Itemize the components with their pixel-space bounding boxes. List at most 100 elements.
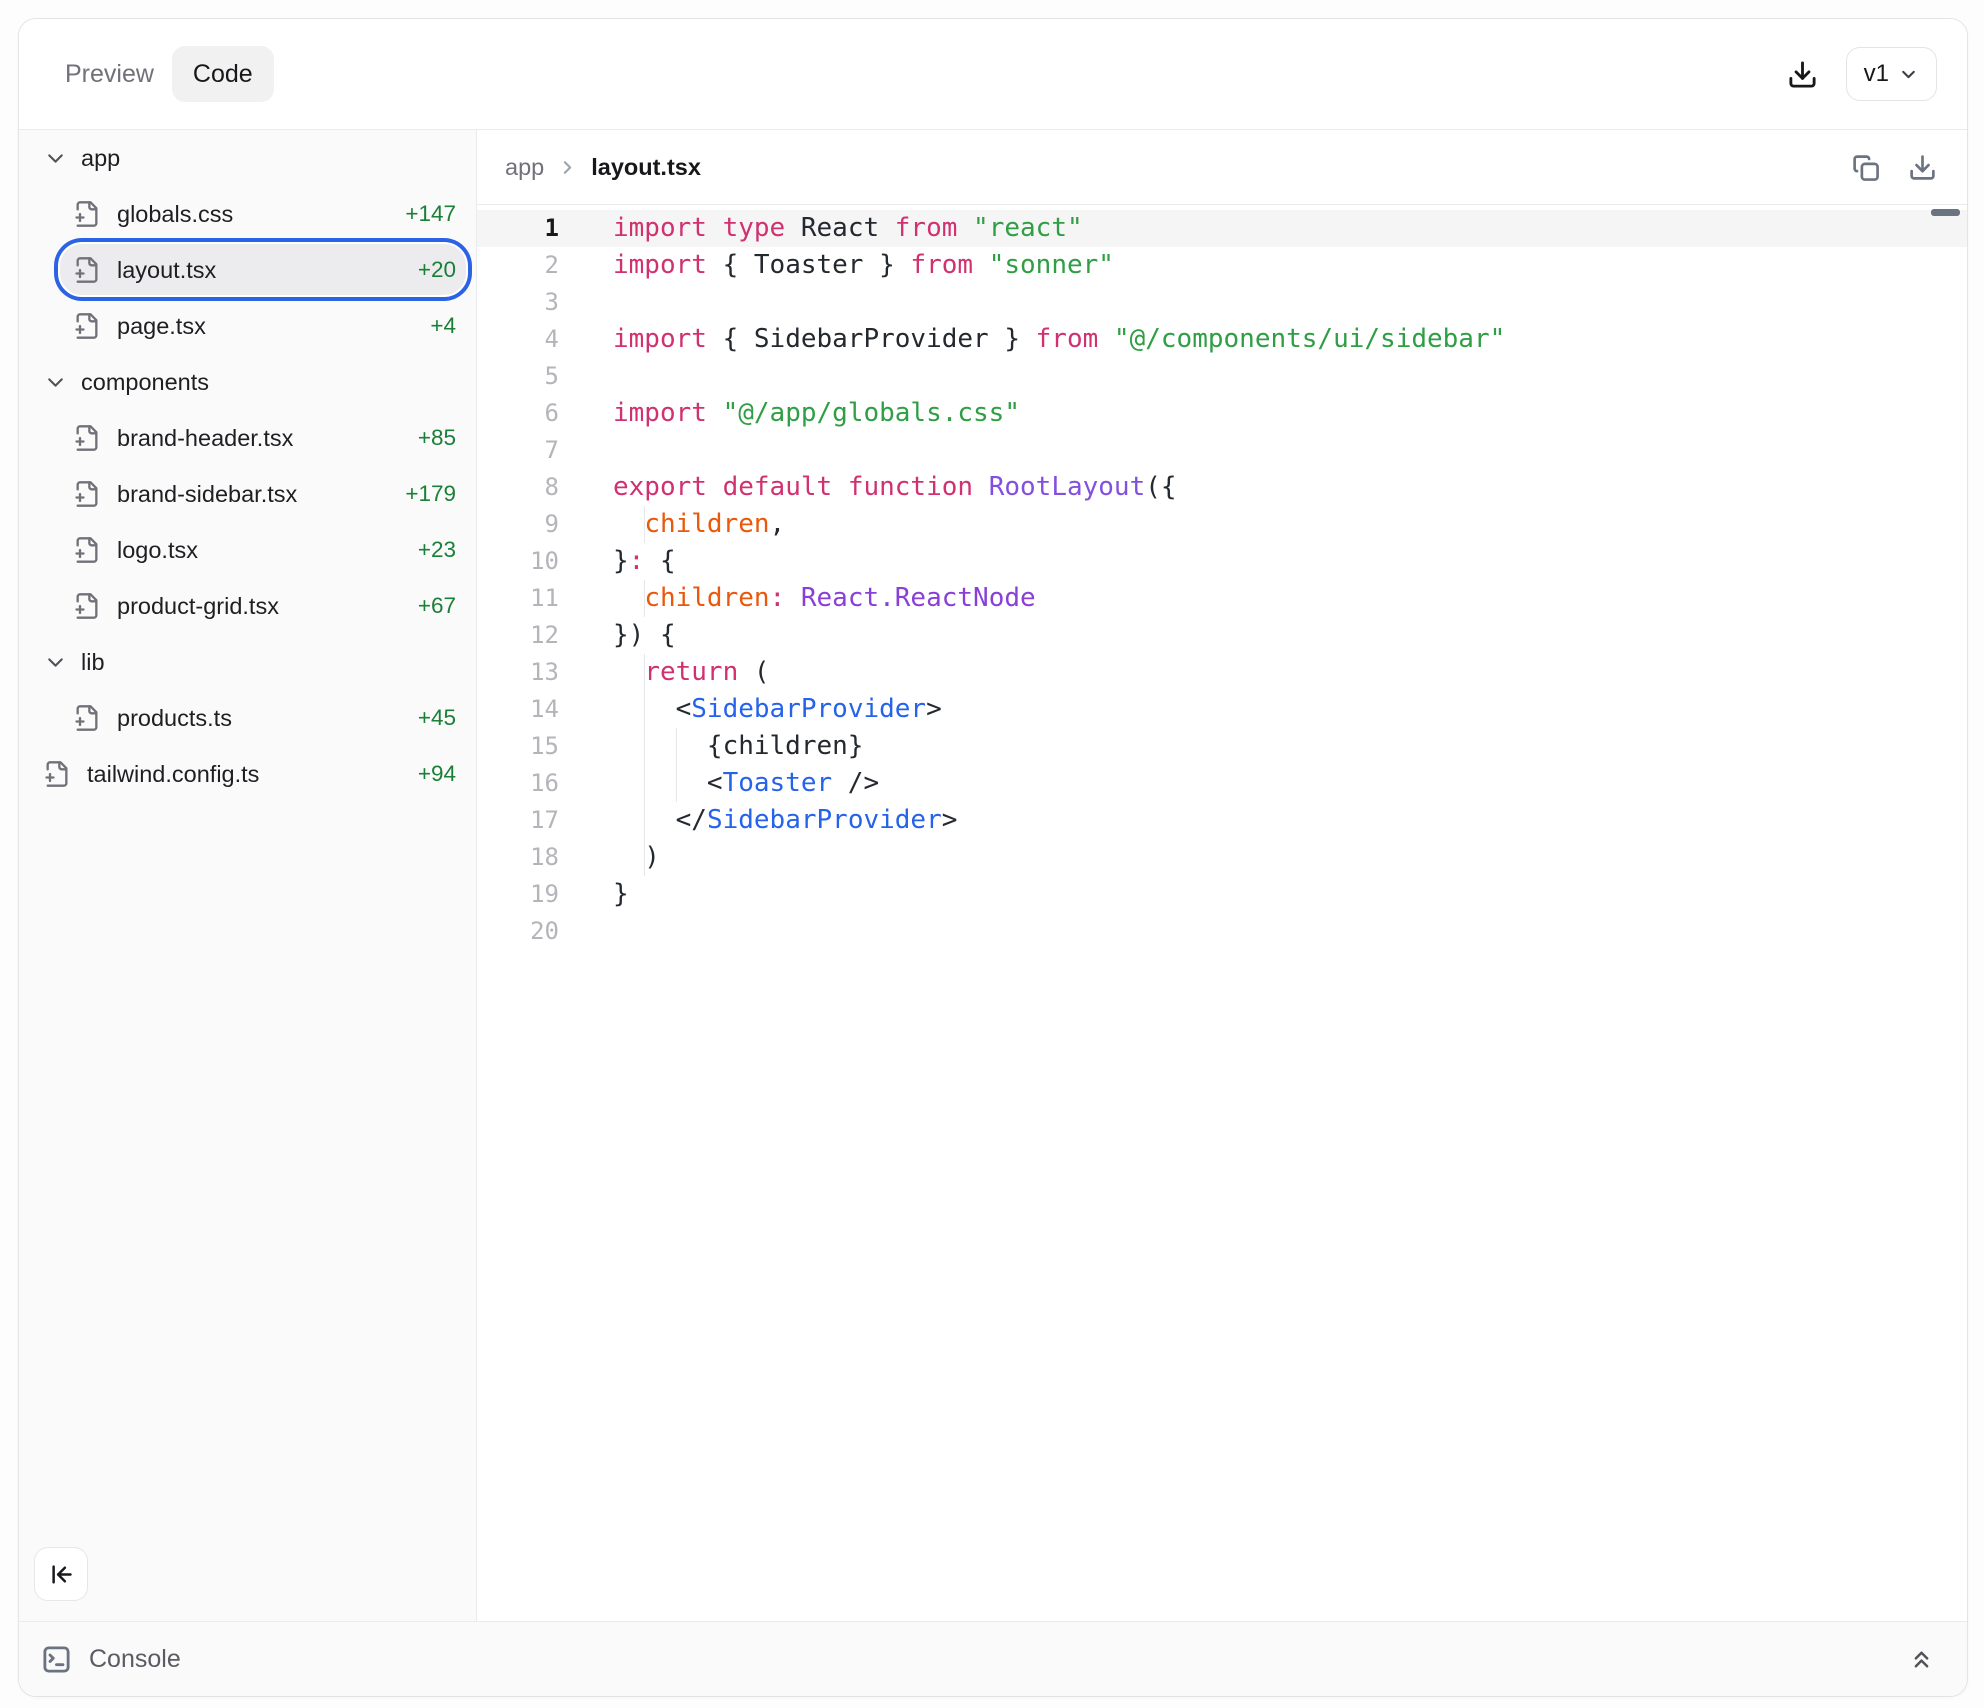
file-tree-sidebar: appglobals.css+147layout.tsx+20page.tsx+… bbox=[19, 130, 477, 1621]
copy-icon bbox=[1851, 153, 1880, 182]
code-line-7[interactable]: 7 bbox=[477, 432, 1967, 469]
file-plus-icon bbox=[43, 760, 71, 788]
indent-guide bbox=[644, 802, 645, 839]
line-number: 7 bbox=[477, 432, 559, 469]
breadcrumb-file: layout.tsx bbox=[591, 154, 701, 181]
download-icon bbox=[1787, 59, 1818, 90]
file-plus-icon bbox=[73, 536, 101, 564]
code-line-19[interactable]: 19} bbox=[477, 876, 1967, 913]
code-editor[interactable]: 1import type React from "react"2import {… bbox=[477, 205, 1967, 1621]
chevron-right-icon bbox=[557, 157, 578, 178]
added-lines-badge: +67 bbox=[418, 593, 476, 619]
indent-guide bbox=[676, 765, 677, 802]
chevron-down-icon bbox=[43, 146, 68, 171]
code-workspace-card: Preview Code v1 appglob bbox=[18, 18, 1968, 1697]
added-lines-badge: +85 bbox=[418, 425, 476, 451]
code-line-3[interactable]: 3 bbox=[477, 284, 1967, 321]
file-plus-icon bbox=[73, 424, 101, 452]
file-item-brand-header.tsx[interactable]: brand-header.tsx +85 bbox=[19, 410, 476, 466]
download-icon bbox=[1908, 153, 1937, 182]
download-project-button[interactable] bbox=[1787, 59, 1818, 90]
file-tree: appglobals.css+147layout.tsx+20page.tsx+… bbox=[19, 130, 476, 802]
tab-preview[interactable]: Preview bbox=[47, 46, 172, 102]
tree-item-label: components bbox=[81, 369, 209, 396]
chevron-down-icon bbox=[1898, 64, 1919, 85]
code-line-10[interactable]: 10}: { bbox=[477, 543, 1967, 580]
tree-item-label: layout.tsx bbox=[117, 257, 216, 284]
code-line-12[interactable]: 12}) { bbox=[477, 617, 1967, 654]
line-number: 20 bbox=[477, 913, 559, 950]
code-line-8[interactable]: 8export default function RootLayout({ bbox=[477, 469, 1967, 506]
code-line-6[interactable]: 6import "@/app/globals.css" bbox=[477, 395, 1967, 432]
line-number: 19 bbox=[477, 876, 559, 913]
chevron-down-icon bbox=[43, 370, 68, 395]
file-item-globals.css[interactable]: globals.css+147 bbox=[19, 186, 476, 242]
indent-guide bbox=[644, 691, 645, 728]
indent-guide bbox=[644, 765, 645, 802]
tree-item-label: product-grid.tsx bbox=[117, 593, 279, 620]
line-number: 2 bbox=[477, 247, 559, 284]
code-line-17[interactable]: 17 </SidebarProvider> bbox=[477, 802, 1967, 839]
line-number: 3 bbox=[477, 284, 559, 321]
breadcrumb-folder[interactable]: app bbox=[505, 154, 544, 181]
code-line-15[interactable]: 15 {children} bbox=[477, 728, 1967, 765]
code-line-11[interactable]: 11 children: React.ReactNode bbox=[477, 580, 1967, 617]
file-item-product-grid.tsx[interactable]: product-grid.tsx +67 bbox=[19, 578, 476, 634]
file-item-layout.tsx[interactable]: layout.tsx+20 bbox=[19, 242, 476, 298]
version-selector[interactable]: v1 bbox=[1846, 47, 1937, 101]
tree-item-label: app bbox=[81, 145, 120, 172]
main-area: appglobals.css+147layout.tsx+20page.tsx+… bbox=[19, 130, 1967, 1621]
file-item-tailwind.config.ts[interactable]: tailwind.config.ts+94 bbox=[19, 746, 476, 802]
line-number: 18 bbox=[477, 839, 559, 876]
indent-guide bbox=[644, 654, 645, 691]
code-line-20[interactable]: 20 bbox=[477, 913, 1967, 950]
file-plus-icon bbox=[73, 256, 101, 284]
added-lines-badge: +179 bbox=[405, 481, 476, 507]
line-number: 15 bbox=[477, 728, 559, 765]
file-item-products.ts[interactable]: products.ts+45 bbox=[19, 690, 476, 746]
file-item-page.tsx[interactable]: page.tsx+4 bbox=[19, 298, 476, 354]
copy-code-button[interactable] bbox=[1851, 153, 1880, 182]
console-bar[interactable]: Console bbox=[19, 1621, 1967, 1696]
download-file-button[interactable] bbox=[1908, 153, 1937, 182]
file-plus-icon bbox=[73, 480, 101, 508]
code-line-16[interactable]: 16 <Toaster /> bbox=[477, 765, 1967, 802]
code-line-13[interactable]: 13 return ( bbox=[477, 654, 1967, 691]
tree-item-label: lib bbox=[81, 649, 105, 676]
file-plus-icon bbox=[73, 704, 101, 732]
tree-item-label: page.tsx bbox=[117, 313, 206, 340]
folder-item-lib[interactable]: lib bbox=[19, 634, 476, 690]
line-number: 16 bbox=[477, 765, 559, 802]
tree-item-label: brand-header.tsx bbox=[117, 425, 293, 452]
folder-item-app[interactable]: app bbox=[19, 130, 476, 186]
folder-item-components[interactable]: components bbox=[19, 354, 476, 410]
code-line-9[interactable]: 9 children, bbox=[477, 506, 1967, 543]
file-plus-icon bbox=[73, 592, 101, 620]
tab-code[interactable]: Code bbox=[172, 46, 274, 102]
code-line-18[interactable]: 18 ) bbox=[477, 839, 1967, 876]
line-number: 6 bbox=[477, 395, 559, 432]
tree-item-label: brand-sidebar.tsx bbox=[117, 481, 297, 508]
line-number: 1 bbox=[477, 210, 559, 247]
page: Preview Code v1 appglob bbox=[0, 0, 1984, 1708]
line-number: 10 bbox=[477, 543, 559, 580]
line-number: 12 bbox=[477, 617, 559, 654]
code-line-4[interactable]: 4import { SidebarProvider } from "@/comp… bbox=[477, 321, 1967, 358]
code-line-2[interactable]: 2import { Toaster } from "sonner" bbox=[477, 247, 1967, 284]
indent-guide bbox=[676, 728, 677, 765]
panel-collapse-left-icon bbox=[48, 1561, 75, 1588]
line-number: 5 bbox=[477, 358, 559, 395]
chevrons-up-icon bbox=[1908, 1646, 1935, 1673]
line-number: 11 bbox=[477, 580, 559, 617]
line-number: 9 bbox=[477, 506, 559, 543]
code-line-1[interactable]: 1import type React from "react" bbox=[477, 210, 1967, 247]
file-item-logo.tsx[interactable]: logo.tsx+23 bbox=[19, 522, 476, 578]
expand-console-button[interactable] bbox=[1908, 1646, 1935, 1673]
collapse-sidebar-button[interactable] bbox=[34, 1547, 88, 1601]
file-item-brand-sidebar.tsx[interactable]: brand-sidebar.tsx +179 bbox=[19, 466, 476, 522]
code-line-5[interactable]: 5 bbox=[477, 358, 1967, 395]
code-line-14[interactable]: 14 <SidebarProvider> bbox=[477, 691, 1967, 728]
file-plus-icon bbox=[73, 200, 101, 228]
tree-item-label: tailwind.config.ts bbox=[87, 761, 259, 788]
line-number: 13 bbox=[477, 654, 559, 691]
